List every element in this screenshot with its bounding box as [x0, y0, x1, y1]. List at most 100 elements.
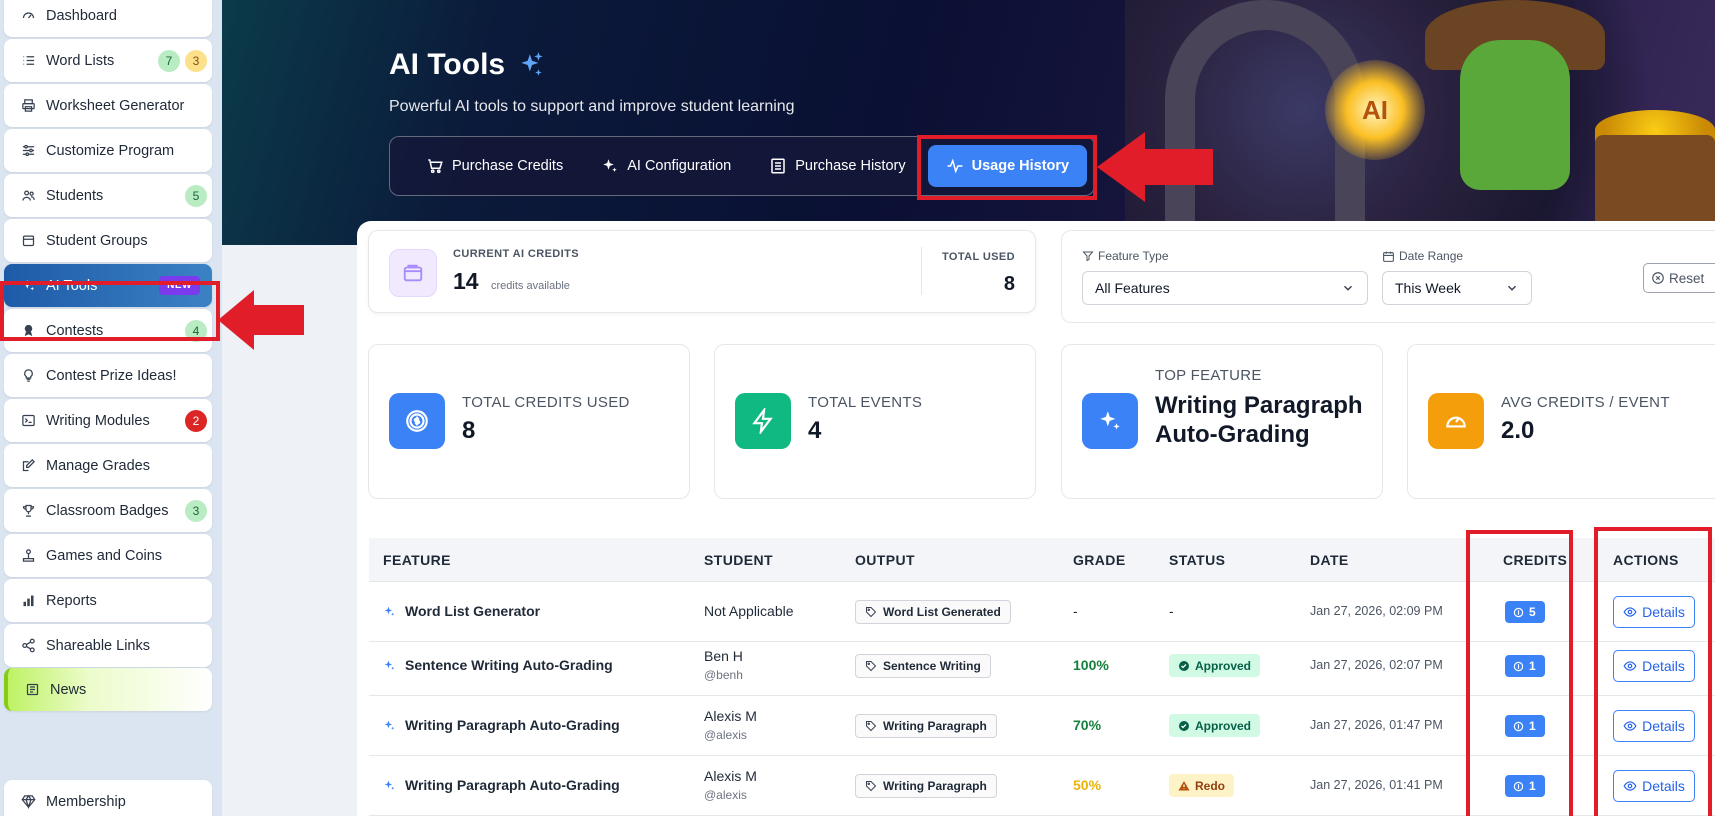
sidebar-item-word-lists[interactable]: Word Lists 7 3 [4, 39, 212, 82]
sidebar-item-games-and-coins[interactable]: Games and Coins [4, 534, 212, 577]
output-tag: Writing Paragraph [855, 774, 997, 798]
printer-icon [18, 96, 38, 116]
sidebar-item-contest-prize-ideas[interactable]: Contest Prize Ideas! [4, 354, 212, 397]
grade-cell: 50% [1073, 777, 1102, 793]
tab-purchase-history[interactable]: Purchase History [753, 147, 921, 185]
tag-icon [866, 661, 877, 672]
sparkles-icon [384, 720, 395, 730]
sparkles-icon [603, 159, 617, 172]
col-date: DATE [1310, 552, 1349, 568]
trophy-icon [18, 501, 38, 521]
ai-orb-text: AI [1325, 60, 1425, 160]
sidebar-item-news[interactable]: News [4, 668, 212, 711]
annotation-arrow-left [1097, 132, 1213, 202]
tab-ai-configuration[interactable]: AI Configuration [585, 147, 747, 185]
newspaper-icon [22, 680, 42, 700]
tag-icon [866, 607, 877, 618]
annotation-arrow-left [218, 290, 304, 350]
count-badge: 3 [185, 499, 207, 522]
dashboard-icon [18, 6, 38, 26]
check-circle-icon [1179, 660, 1189, 671]
lightbulb-icon [18, 366, 38, 386]
sidebar-item-label: Student Groups [46, 232, 148, 249]
stat-value: 4 [808, 417, 822, 444]
stat-value: 2.0 [1501, 417, 1535, 444]
wallet-icon [389, 249, 437, 297]
stat-value: Writing Paragraph Auto-Grading [1155, 392, 1363, 448]
sidebar-item-label: Shareable Links [46, 637, 150, 654]
student-name: Not Applicable [704, 603, 794, 619]
stat-card-total-events: TOTAL EVENTS 4 [714, 344, 1036, 499]
sidebar-item-writing-modules[interactable]: Writing Modules 2 [4, 399, 212, 442]
stat-card-top-feature: TOP FEATURE Writing Paragraph Auto-Gradi… [1061, 344, 1383, 499]
student-handle: @alexis [704, 728, 747, 742]
sparkles-icon [521, 52, 543, 76]
page-subtitle: Powerful AI tools to support and improve… [389, 98, 795, 115]
page-title: AI Tools [389, 48, 545, 82]
close-circle-icon [1652, 272, 1664, 284]
total-used-label: TOTAL USED [941, 251, 1015, 263]
feature-type-select[interactable]: All Features [1082, 271, 1368, 305]
sidebar-item-label: Writing Modules [46, 412, 150, 429]
filter-card: Feature Type All Features Date Range Thi… [1061, 230, 1715, 323]
sidebar-item-manage-grades[interactable]: Manage Grades [4, 444, 212, 487]
credits-unit: credits available [491, 280, 570, 292]
sidebar-item-label: Customize Program [46, 142, 175, 159]
sidebar-item-label: Contest Prize Ideas! [46, 367, 177, 384]
sparkles-icon [384, 780, 395, 790]
joystick-icon [18, 546, 38, 566]
sidebar-item-label: Dashboard [46, 7, 117, 24]
sidebar-item-label: Worksheet Generator [46, 97, 185, 114]
hero-banner: AI AI Tools Powerful AI tools to support… [222, 0, 1715, 245]
stat-card-avg-credits: AVG CREDITS / EVENT 2.0 [1407, 344, 1715, 499]
sidebar-item-student-groups[interactable]: Student Groups [4, 219, 212, 262]
annotation-box-actions-column [1594, 527, 1712, 816]
terminal-icon [18, 411, 38, 431]
sidebar-item-membership[interactable]: Membership [4, 780, 212, 816]
chevron-down-icon [1343, 285, 1353, 291]
output-tag: Word List Generated [855, 600, 1011, 624]
sidebar-item-label: News [50, 681, 87, 698]
stat-label: TOTAL CREDITS USED [462, 394, 630, 411]
student-name: Alexis M [704, 768, 757, 784]
col-status: STATUS [1169, 552, 1226, 568]
credits-label: CURRENT AI CREDITS [453, 248, 579, 260]
total-used-value: 8 [1003, 273, 1015, 295]
date-range-select[interactable]: This Week [1382, 271, 1532, 305]
share-icon [18, 636, 38, 656]
output-tag: Sentence Writing [855, 654, 991, 678]
col-output: OUTPUT [855, 552, 915, 568]
sidebar-item-dashboard[interactable]: Dashboard [4, 0, 212, 37]
annotation-box-ai-tools [0, 281, 220, 341]
lightning-icon [735, 393, 791, 449]
sidebar-item-label: Reports [46, 592, 97, 609]
sidebar-item-label: Students [46, 187, 104, 204]
bar-chart-icon [18, 591, 38, 611]
count-badge: 2 [185, 409, 207, 432]
sidebar-item-classroom-badges[interactable]: Classroom Badges 3 [4, 489, 212, 532]
status-badge: Redo [1169, 774, 1234, 797]
tab-purchase-credits[interactable]: Purchase Credits [410, 147, 579, 185]
sidebar-item-shareable-links[interactable]: Shareable Links [4, 624, 212, 667]
stat-label: TOP FEATURE [1155, 367, 1262, 384]
calendar-icon [1383, 251, 1394, 262]
gem-icon [18, 792, 38, 812]
credits-value: 14 [453, 268, 479, 294]
annotation-box-usage-history [917, 135, 1097, 200]
sidebar-item-students[interactable]: Students 5 [4, 174, 212, 217]
sidebar-item-reports[interactable]: Reports [4, 579, 212, 622]
col-grade: GRADE [1073, 552, 1126, 568]
reset-button[interactable]: Reset [1643, 263, 1715, 293]
dollar-coin-icon [389, 393, 445, 449]
sparkles-icon [1082, 393, 1138, 449]
list-icon [18, 51, 38, 71]
cart-icon [428, 159, 443, 174]
filter-icon [1082, 251, 1094, 262]
divider [921, 247, 922, 295]
sidebar-item-label: Membership [46, 793, 126, 810]
sidebar-item-worksheet-generator[interactable]: Worksheet Generator [4, 84, 212, 127]
col-feature: FEATURE [383, 552, 451, 568]
receipt-icon [771, 158, 785, 174]
hero-illustration: AI [1125, 0, 1715, 245]
sidebar-item-customize-program[interactable]: Customize Program [4, 129, 212, 172]
